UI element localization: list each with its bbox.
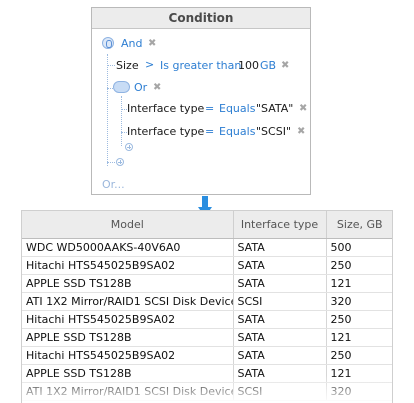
model-cell: ATI 1X2 Mirror/RAID1 SCSI Disk Device xyxy=(22,382,234,401)
table-row[interactable]: APPLE SSD TS128B SATA 121 xyxy=(22,328,392,347)
interface-cell: SCSI xyxy=(233,382,327,401)
remove-and-icon[interactable]: ✖ xyxy=(148,38,156,49)
interface-cell: SATA xyxy=(233,256,327,275)
tree-line xyxy=(107,54,108,166)
interface-cell: SATA xyxy=(233,346,327,365)
add-condition-and-icon[interactable] xyxy=(116,158,124,166)
size-operator[interactable]: Is greater than xyxy=(160,59,241,72)
header-row: Model Interface type Size, GB xyxy=(22,211,392,239)
or-link[interactable]: Or... xyxy=(102,178,125,191)
size-cell: 250 xyxy=(326,310,392,329)
iface2-field[interactable]: Interface type xyxy=(127,125,204,138)
iface1-value[interactable]: "SATA" xyxy=(256,102,293,115)
size-cell: 320 xyxy=(326,292,392,311)
and-group-icon[interactable] xyxy=(102,37,114,49)
table-row[interactable]: ATI 1X2 Mirror/RAID1 SCSI Disk Device SCS… xyxy=(22,382,392,401)
or-group-icon[interactable] xyxy=(113,81,130,93)
remove-iface2-icon[interactable]: ✖ xyxy=(297,126,305,137)
column-header-interface-type[interactable]: Interface type xyxy=(233,211,327,239)
column-header-model[interactable]: Model xyxy=(22,211,234,239)
model-cell: APPLE SSD TS128B xyxy=(22,274,234,293)
interface-cell: SATA xyxy=(233,238,327,257)
size-unit[interactable]: GB xyxy=(260,59,276,72)
model-cell: ATI 1X2 Mirror/RAID1 SCSI Disk Device xyxy=(22,292,234,311)
add-condition-or-icon[interactable] xyxy=(125,143,133,151)
table-row[interactable]: WDC WD5000AAKS-40V6A0 SATA 500 xyxy=(22,238,392,257)
iface2-value[interactable]: "SCSI" xyxy=(256,125,291,138)
size-cell: 121 xyxy=(326,328,392,347)
size-cell: 121 xyxy=(326,364,392,383)
interface-cell: SATA xyxy=(233,274,327,293)
or-operator[interactable]: Or xyxy=(134,81,147,94)
iface1-field[interactable]: Interface type xyxy=(127,102,204,115)
tree-line xyxy=(107,162,115,163)
size-field[interactable]: Size xyxy=(116,59,139,72)
interface-cell: SCSI xyxy=(233,292,327,311)
tree-line xyxy=(121,96,122,146)
condition-panel: Condition And ✖ Size > Is greater than 1… xyxy=(91,7,311,195)
size-cell: 500 xyxy=(326,238,392,257)
iface2-eq-icon: = xyxy=(205,125,215,138)
model-cell: WDC WD5000AAKS-40V6A0 xyxy=(22,238,234,257)
table-row[interactable]: APPLE SSD TS128B SATA 121 xyxy=(22,274,392,293)
remove-size-icon[interactable]: ✖ xyxy=(281,60,289,71)
tree-line xyxy=(107,65,115,66)
model-cell: Hitachi HTS545025B9SA02 xyxy=(22,346,234,365)
iface2-operator[interactable]: Equals xyxy=(219,125,255,138)
remove-or-icon[interactable]: ✖ xyxy=(153,82,161,93)
iface1-eq-icon: = xyxy=(205,102,215,115)
size-arrow-icon: > xyxy=(145,58,155,71)
remove-iface1-icon[interactable]: ✖ xyxy=(299,103,307,114)
model-cell: APPLE SSD TS128B xyxy=(22,328,234,347)
table-row[interactable]: Hitachi HTS545025B9SA02 SATA 250 xyxy=(22,310,392,329)
size-value[interactable]: 100 xyxy=(238,59,259,72)
and-operator[interactable]: And xyxy=(121,37,142,50)
table-row[interactable]: Hitachi HTS545025B9SA02 SATA 250 xyxy=(22,346,392,365)
size-cell: 320 xyxy=(326,382,392,401)
table-row[interactable]: Hitachi HTS545025B9SA02 SATA 250 xyxy=(22,256,392,275)
model-cell: Hitachi HTS545025B9SA02 xyxy=(22,310,234,329)
size-cell: 250 xyxy=(326,346,392,365)
table-row[interactable]: ATI 1X2 Mirror/RAID1 SCSI Disk Device SCS… xyxy=(22,292,392,311)
model-cell: Hitachi HTS545025B9SA02 xyxy=(22,256,234,275)
iface1-operator[interactable]: Equals xyxy=(219,102,255,115)
column-header-size[interactable]: Size, GB xyxy=(326,211,392,239)
interface-cell: SATA xyxy=(233,364,327,383)
results-table: Model Interface type Size, GB WDC WD5000… xyxy=(22,211,392,401)
model-cell: APPLE SSD TS128B xyxy=(22,364,234,383)
condition-title: Condition xyxy=(92,8,310,29)
results-grid: Model Interface type Size, GB WDC WD5000… xyxy=(21,210,393,403)
size-cell: 250 xyxy=(326,256,392,275)
table-row[interactable]: APPLE SSD TS128B SATA 121 xyxy=(22,364,392,383)
interface-cell: SATA xyxy=(233,310,327,329)
size-cell: 121 xyxy=(326,274,392,293)
interface-cell: SATA xyxy=(233,328,327,347)
